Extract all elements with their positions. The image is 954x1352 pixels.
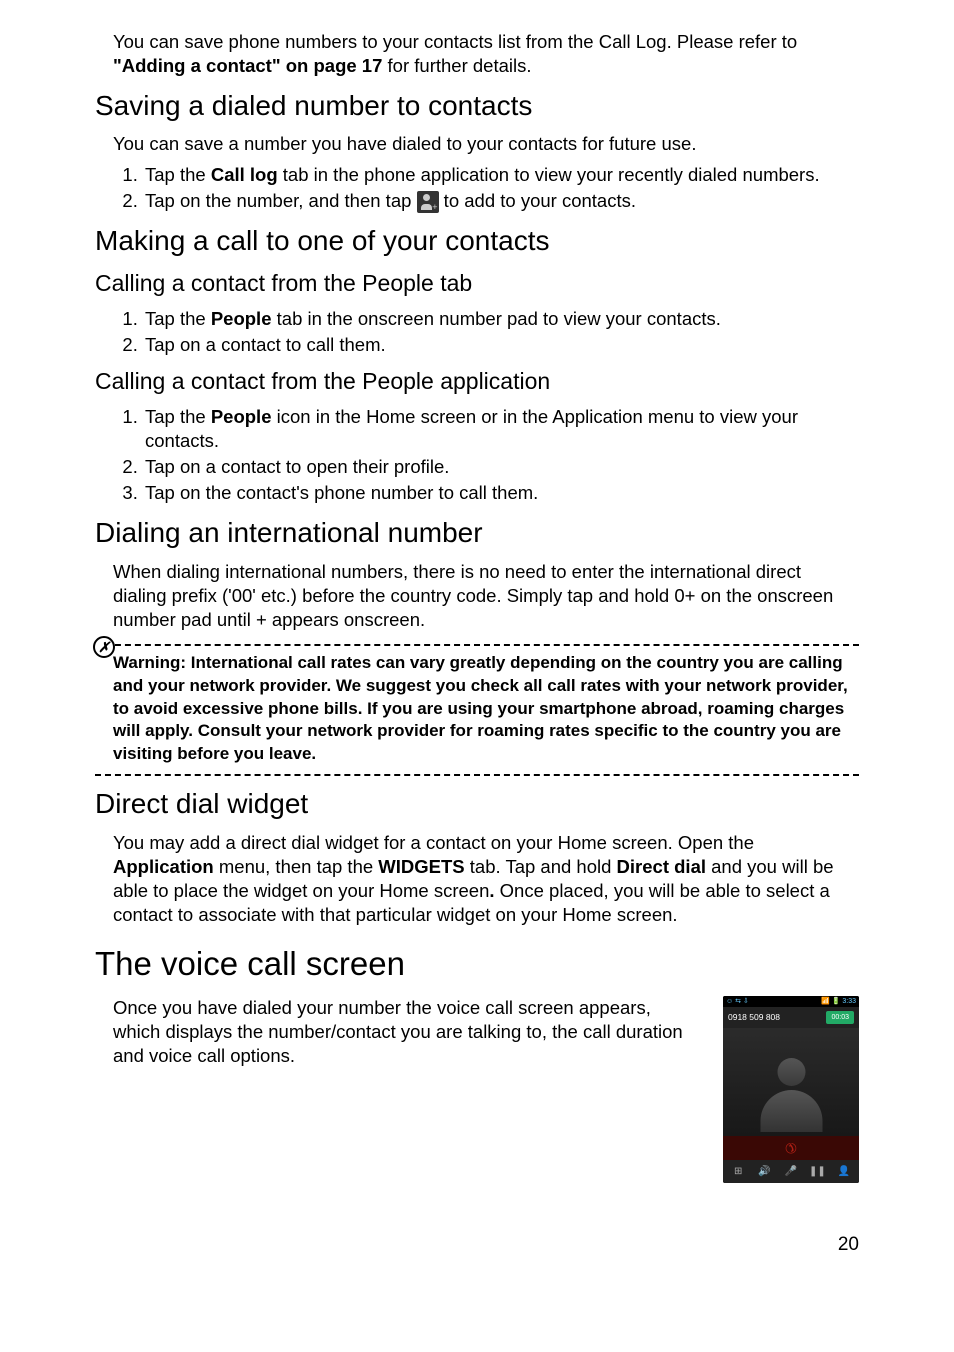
list-item: Tap on the number, and then tap + to add… bbox=[143, 189, 859, 213]
call-number-label: 0918 509 808 bbox=[728, 1012, 780, 1023]
call-avatar-area bbox=[723, 1028, 859, 1136]
call-duration-badge: 00:03 bbox=[826, 1011, 854, 1024]
end-call-bar: ✆ bbox=[723, 1136, 859, 1160]
list-item: Tap on a contact to call them. bbox=[143, 333, 859, 357]
body-text: You may add a direct dial widget for a c… bbox=[113, 831, 859, 927]
page-number: 20 bbox=[95, 1233, 859, 1258]
warning-icon: ✗ bbox=[93, 636, 115, 658]
list-item: Tap the People icon in the Home screen o… bbox=[143, 405, 859, 453]
body-text: Once you have dialed your number the voi… bbox=[113, 996, 703, 1068]
warning-callout: ✗ Warning: International call rates can … bbox=[95, 644, 859, 777]
mute-icon: 🎤 bbox=[782, 1165, 800, 1178]
phone-status-bar: ☺ ⇆ ⇩ 📶 🔋 3:33 bbox=[723, 996, 859, 1007]
list-item: Tap the Call log tab in the phone applic… bbox=[143, 163, 859, 187]
voice-call-screenshot: ☺ ⇆ ⇩ 📶 🔋 3:33 0918 509 808 00:03 ✆ ⊞ 🔊 … bbox=[723, 996, 859, 1183]
intro-paragraph: You can save phone numbers to your conta… bbox=[113, 30, 859, 78]
heading-direct-dial: Direct dial widget bbox=[95, 786, 859, 822]
list-item: Tap the People tab in the onscreen numbe… bbox=[143, 307, 859, 331]
warning-text: Warning: International call rates can va… bbox=[113, 652, 859, 767]
end-call-icon: ✆ bbox=[780, 1137, 801, 1158]
heading-international: Dialing an international number bbox=[95, 515, 859, 551]
heading-making-call: Making a call to one of your contacts bbox=[95, 223, 859, 259]
body-text: You can save a number you have dialed to… bbox=[113, 132, 859, 156]
subheading-people-tab: Calling a contact from the People tab bbox=[95, 269, 859, 299]
list-item: Tap on a contact to open their profile. bbox=[143, 455, 859, 479]
dialpad-icon: ⊞ bbox=[729, 1165, 747, 1178]
phone-call-header: 0918 509 808 00:03 bbox=[723, 1007, 859, 1028]
subheading-people-app: Calling a contact from the People applic… bbox=[95, 367, 859, 397]
heading-saving-dialed-number: Saving a dialed number to contacts bbox=[95, 88, 859, 124]
people-app-steps-list: Tap the People icon in the Home screen o… bbox=[143, 405, 859, 505]
body-text: When dialing international numbers, ther… bbox=[113, 560, 859, 632]
add-contact-icon: + bbox=[417, 191, 439, 213]
cross-reference-link: "Adding a contact" on page 17 bbox=[113, 55, 382, 76]
list-item: Tap on the contact's phone number to cal… bbox=[143, 481, 859, 505]
hold-icon: ❚❚ bbox=[808, 1165, 826, 1178]
add-call-icon: 👤 bbox=[835, 1165, 853, 1178]
speaker-icon: 🔊 bbox=[756, 1165, 774, 1178]
saving-steps-list: Tap the Call log tab in the phone applic… bbox=[143, 163, 859, 213]
people-tab-steps-list: Tap the People tab in the onscreen numbe… bbox=[143, 307, 859, 357]
heading-voice-call-screen: The voice call screen bbox=[95, 943, 859, 986]
call-options-bar: ⊞ 🔊 🎤 ❚❚ 👤 bbox=[723, 1160, 859, 1183]
